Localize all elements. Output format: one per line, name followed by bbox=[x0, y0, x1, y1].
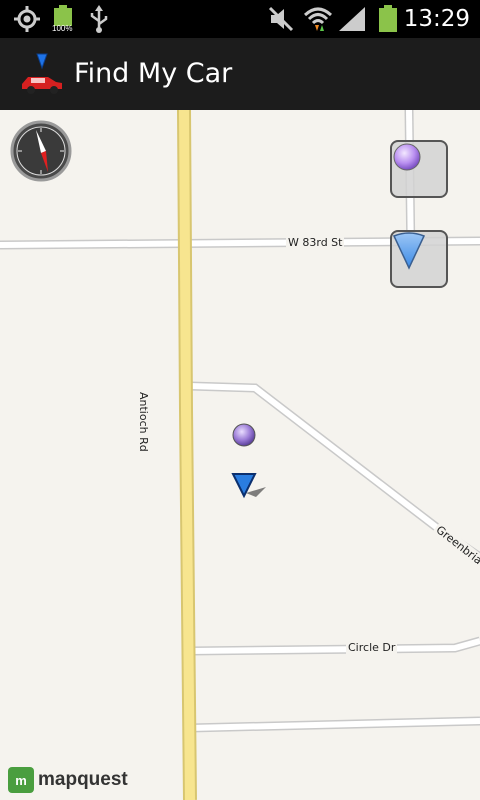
map-roads bbox=[0, 110, 480, 800]
app-title: Find My Car bbox=[74, 58, 233, 89]
road-label-w83rd: W 83rd St bbox=[286, 236, 345, 249]
road-label-antioch: Antioch Rd bbox=[137, 390, 150, 454]
battery-percent-label: 100% bbox=[52, 24, 73, 33]
purple-dot-icon bbox=[393, 143, 421, 171]
gps-icon bbox=[12, 0, 42, 38]
mapquest-mark-icon: m bbox=[8, 767, 34, 793]
signal-icon bbox=[336, 0, 368, 38]
map-view[interactable]: W 83rd St Antioch Rd Greenbria Circle Dr bbox=[0, 110, 480, 800]
mute-icon bbox=[266, 0, 296, 38]
road-label-circle: Circle Dr bbox=[346, 641, 398, 654]
mapquest-text: mapquest bbox=[38, 769, 128, 790]
status-time: 13:29 bbox=[403, 6, 470, 32]
mapquest-logo: m mapquest bbox=[8, 766, 128, 794]
my-location-marker[interactable] bbox=[232, 423, 256, 447]
car-location-button[interactable] bbox=[390, 230, 448, 288]
car-marker-icon[interactable] bbox=[18, 52, 66, 96]
usb-icon bbox=[86, 0, 112, 38]
status-bar: 100% 13:29 bbox=[0, 0, 480, 38]
my-location-button[interactable] bbox=[390, 140, 448, 198]
action-bar: Find My Car bbox=[0, 38, 480, 111]
wifi-icon bbox=[302, 0, 334, 38]
compass-icon[interactable] bbox=[10, 120, 72, 182]
battery-full-icon bbox=[376, 0, 400, 38]
car-location-marker[interactable] bbox=[230, 471, 268, 501]
blue-triangle-icon bbox=[392, 232, 426, 270]
